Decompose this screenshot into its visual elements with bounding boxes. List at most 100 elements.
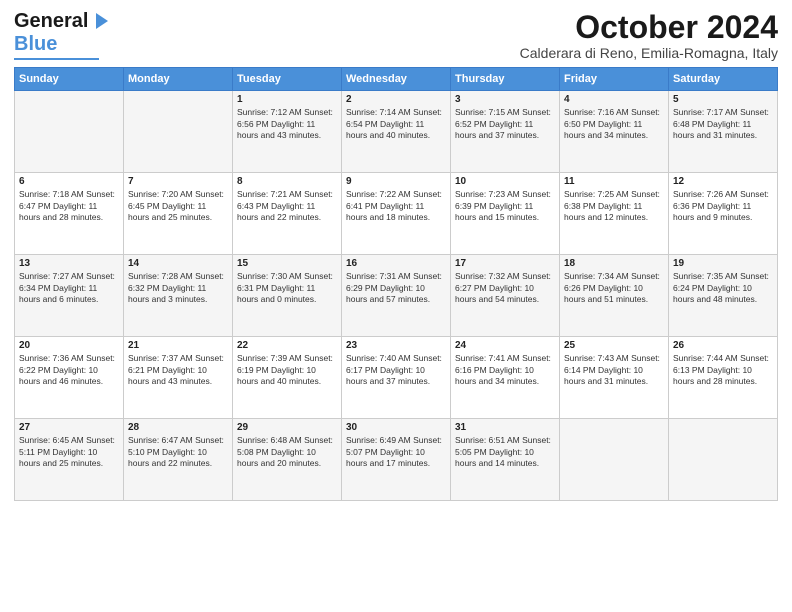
day-cell <box>669 419 778 501</box>
day-number: 31 <box>455 422 555 433</box>
day-number: 9 <box>346 176 446 187</box>
day-number: 28 <box>128 422 228 433</box>
day-info: Sunrise: 7:26 AM Sunset: 6:36 PM Dayligh… <box>673 189 773 223</box>
day-cell: 21Sunrise: 7:37 AM Sunset: 6:21 PM Dayli… <box>124 337 233 419</box>
day-number: 6 <box>19 176 119 187</box>
day-cell: 24Sunrise: 7:41 AM Sunset: 6:16 PM Dayli… <box>451 337 560 419</box>
title-area: October 2024 Calderara di Reno, Emilia-R… <box>520 10 778 61</box>
day-cell: 13 Sunrise: 7:27 AM Sunset: 6:34 PM Dayli… <box>15 255 124 337</box>
col-header-wednesday: Wednesday <box>342 68 451 91</box>
logo-general: General <box>14 10 88 32</box>
day-info: Sunrise: 7:32 AM Sunset: 6:27 PM Dayligh… <box>455 271 555 305</box>
day-number: 22 <box>237 340 337 351</box>
day-number: 15 <box>237 258 337 269</box>
week-row-0: 1 Sunrise: 7:12 AM Sunset: 6:56 PM Daylig… <box>15 91 778 173</box>
day-info: Sunrise: 6:48 AM Sunset: 5:08 PM Dayligh… <box>237 435 337 469</box>
header-row: SundayMondayTuesdayWednesdayThursdayFrid… <box>15 68 778 91</box>
day-info: Sunrise: 7:30 AM Sunset: 6:31 PM Dayligh… <box>237 271 337 305</box>
day-info: Sunrise: 7:41 AM Sunset: 6:16 PM Dayligh… <box>455 353 555 387</box>
day-number: 1 <box>237 94 337 105</box>
day-cell: 12 Sunrise: 7:26 AM Sunset: 6:36 PM Dayli… <box>669 173 778 255</box>
day-cell: 16 Sunrise: 7:31 AM Sunset: 6:29 PM Dayli… <box>342 255 451 337</box>
day-cell <box>560 419 669 501</box>
day-info: Sunrise: 7:14 AM Sunset: 6:54 PM Dayligh… <box>346 107 446 141</box>
day-info: Sunrise: 7:31 AM Sunset: 6:29 PM Dayligh… <box>346 271 446 305</box>
day-number: 16 <box>346 258 446 269</box>
day-number: 30 <box>346 422 446 433</box>
day-cell: 30Sunrise: 6:49 AM Sunset: 5:07 PM Dayli… <box>342 419 451 501</box>
col-header-sunday: Sunday <box>15 68 124 91</box>
day-number: 2 <box>346 94 446 105</box>
day-cell: 4 Sunrise: 7:16 AM Sunset: 6:50 PM Daylig… <box>560 91 669 173</box>
day-number: 10 <box>455 176 555 187</box>
day-number: 12 <box>673 176 773 187</box>
day-info: Sunrise: 7:18 AM Sunset: 6:47 PM Dayligh… <box>19 189 119 223</box>
week-row-2: 13 Sunrise: 7:27 AM Sunset: 6:34 PM Dayli… <box>15 255 778 337</box>
day-cell <box>124 91 233 173</box>
col-header-saturday: Saturday <box>669 68 778 91</box>
week-row-1: 6 Sunrise: 7:18 AM Sunset: 6:47 PM Daylig… <box>15 173 778 255</box>
day-number: 17 <box>455 258 555 269</box>
day-cell: 17 Sunrise: 7:32 AM Sunset: 6:27 PM Dayli… <box>451 255 560 337</box>
day-number: 8 <box>237 176 337 187</box>
day-number: 11 <box>564 176 664 187</box>
day-cell: 3 Sunrise: 7:15 AM Sunset: 6:52 PM Daylig… <box>451 91 560 173</box>
day-number: 3 <box>455 94 555 105</box>
day-info: Sunrise: 6:51 AM Sunset: 5:05 PM Dayligh… <box>455 435 555 469</box>
logo-triangle-icon <box>96 13 108 29</box>
calendar-table: SundayMondayTuesdayWednesdayThursdayFrid… <box>14 67 778 501</box>
day-info: Sunrise: 7:44 AM Sunset: 6:13 PM Dayligh… <box>673 353 773 387</box>
page: General Blue October 2024 Calderara di R… <box>0 0 792 612</box>
day-info: Sunrise: 7:17 AM Sunset: 6:48 PM Dayligh… <box>673 107 773 141</box>
logo-blue: Blue <box>14 33 57 56</box>
day-cell: 27Sunrise: 6:45 AM Sunset: 5:11 PM Dayli… <box>15 419 124 501</box>
day-number: 25 <box>564 340 664 351</box>
day-number: 20 <box>19 340 119 351</box>
day-cell: 9Sunrise: 7:22 AM Sunset: 6:41 PM Daylig… <box>342 173 451 255</box>
logo-underline <box>14 58 99 60</box>
day-info: Sunrise: 7:39 AM Sunset: 6:19 PM Dayligh… <box>237 353 337 387</box>
day-info: Sunrise: 6:47 AM Sunset: 5:10 PM Dayligh… <box>128 435 228 469</box>
day-cell: 20Sunrise: 7:36 AM Sunset: 6:22 PM Dayli… <box>15 337 124 419</box>
day-cell: 2 Sunrise: 7:14 AM Sunset: 6:54 PM Daylig… <box>342 91 451 173</box>
day-info: Sunrise: 7:27 AM Sunset: 6:34 PM Dayligh… <box>19 271 119 305</box>
day-number: 21 <box>128 340 228 351</box>
day-cell: 29Sunrise: 6:48 AM Sunset: 5:08 PM Dayli… <box>233 419 342 501</box>
day-cell: 23Sunrise: 7:40 AM Sunset: 6:17 PM Dayli… <box>342 337 451 419</box>
day-number: 23 <box>346 340 446 351</box>
day-cell: 18 Sunrise: 7:34 AM Sunset: 6:26 PM Dayli… <box>560 255 669 337</box>
day-info: Sunrise: 7:25 AM Sunset: 6:38 PM Dayligh… <box>564 189 664 223</box>
day-info: Sunrise: 7:21 AM Sunset: 6:43 PM Dayligh… <box>237 189 337 223</box>
header: General Blue October 2024 Calderara di R… <box>14 10 778 61</box>
day-cell: 25 Sunrise: 7:43 AM Sunset: 6:14 PM Dayli… <box>560 337 669 419</box>
day-number: 13 <box>19 258 119 269</box>
week-row-3: 20Sunrise: 7:36 AM Sunset: 6:22 PM Dayli… <box>15 337 778 419</box>
logo: General Blue <box>14 10 108 60</box>
day-info: Sunrise: 7:34 AM Sunset: 6:26 PM Dayligh… <box>564 271 664 305</box>
day-number: 4 <box>564 94 664 105</box>
day-info: Sunrise: 7:35 AM Sunset: 6:24 PM Dayligh… <box>673 271 773 305</box>
day-cell: 22 Sunrise: 7:39 AM Sunset: 6:19 PM Dayli… <box>233 337 342 419</box>
day-info: Sunrise: 7:20 AM Sunset: 6:45 PM Dayligh… <box>128 189 228 223</box>
day-info: Sunrise: 7:23 AM Sunset: 6:39 PM Dayligh… <box>455 189 555 223</box>
col-header-thursday: Thursday <box>451 68 560 91</box>
day-number: 7 <box>128 176 228 187</box>
day-cell: 14Sunrise: 7:28 AM Sunset: 6:32 PM Dayli… <box>124 255 233 337</box>
subtitle: Calderara di Reno, Emilia-Romagna, Italy <box>520 45 778 61</box>
day-cell: 26 Sunrise: 7:44 AM Sunset: 6:13 PM Dayli… <box>669 337 778 419</box>
day-info: Sunrise: 7:28 AM Sunset: 6:32 PM Dayligh… <box>128 271 228 305</box>
day-number: 26 <box>673 340 773 351</box>
week-row-4: 27Sunrise: 6:45 AM Sunset: 5:11 PM Dayli… <box>15 419 778 501</box>
day-number: 18 <box>564 258 664 269</box>
day-cell: 6 Sunrise: 7:18 AM Sunset: 6:47 PM Daylig… <box>15 173 124 255</box>
day-info: Sunrise: 7:15 AM Sunset: 6:52 PM Dayligh… <box>455 107 555 141</box>
day-info: Sunrise: 7:12 AM Sunset: 6:56 PM Dayligh… <box>237 107 337 141</box>
day-cell: 19 Sunrise: 7:35 AM Sunset: 6:24 PM Dayli… <box>669 255 778 337</box>
day-cell: 5 Sunrise: 7:17 AM Sunset: 6:48 PM Daylig… <box>669 91 778 173</box>
day-number: 19 <box>673 258 773 269</box>
day-number: 5 <box>673 94 773 105</box>
day-number: 27 <box>19 422 119 433</box>
day-cell: 7 Sunrise: 7:20 AM Sunset: 6:45 PM Daylig… <box>124 173 233 255</box>
day-info: Sunrise: 7:43 AM Sunset: 6:14 PM Dayligh… <box>564 353 664 387</box>
day-info: Sunrise: 7:16 AM Sunset: 6:50 PM Dayligh… <box>564 107 664 141</box>
